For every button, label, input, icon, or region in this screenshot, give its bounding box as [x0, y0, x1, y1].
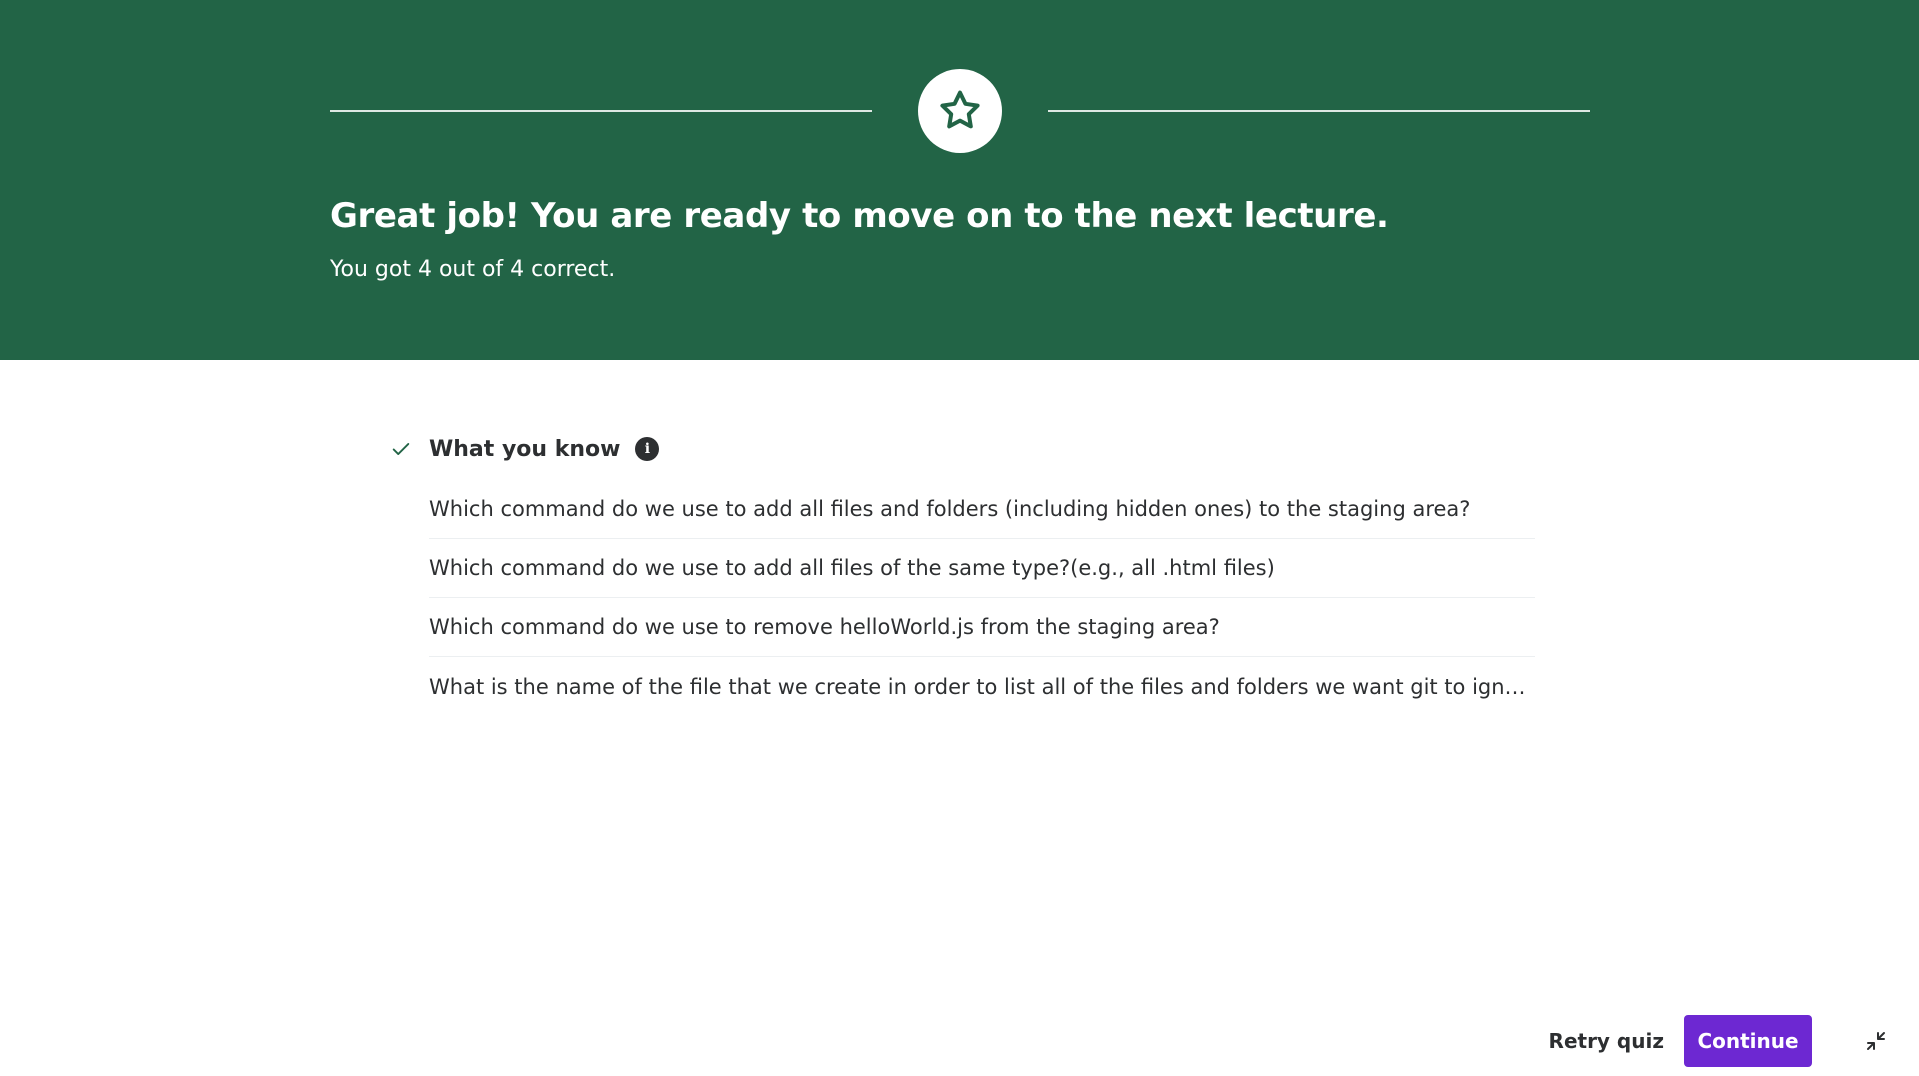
- results-banner: Great job! You are ready to move on to t…: [0, 0, 1919, 360]
- footer-actions: Retry quiz Continue: [1419, 1015, 1919, 1067]
- question-item: Which command do we use to add all files…: [429, 480, 1535, 539]
- question-text: Which command do we use to add all files…: [429, 497, 1471, 521]
- continue-button[interactable]: Continue: [1684, 1015, 1812, 1067]
- question-text: Which command do we use to remove helloW…: [429, 615, 1220, 639]
- divider-line-right: [1048, 110, 1590, 112]
- star-badge: [918, 69, 1002, 153]
- question-text: Which command do we use to add all files…: [429, 556, 1275, 580]
- info-icon[interactable]: i: [635, 437, 660, 461]
- section-title: What you know: [429, 436, 621, 462]
- results-score: You got 4 out of 4 correct.: [330, 257, 616, 282]
- check-icon: [390, 437, 414, 461]
- divider-line-left: [330, 110, 872, 112]
- question-item: Which command do we use to add all files…: [429, 539, 1535, 598]
- question-item: Which command do we use to remove helloW…: [429, 598, 1535, 657]
- question-item: What is the name of the file that we cre…: [429, 657, 1535, 716]
- question-list: Which command do we use to add all files…: [429, 480, 1535, 716]
- collapse-icon[interactable]: [1861, 1026, 1891, 1056]
- what-you-know-section: What you know i Which command do we use …: [390, 430, 1535, 716]
- results-title: Great job! You are ready to move on to t…: [330, 196, 1389, 236]
- star-icon: [940, 90, 980, 129]
- question-text: What is the name of the file that we cre…: [429, 674, 1526, 699]
- section-header: What you know i: [390, 430, 1535, 468]
- retry-quiz-button[interactable]: Retry quiz: [1549, 1015, 1664, 1067]
